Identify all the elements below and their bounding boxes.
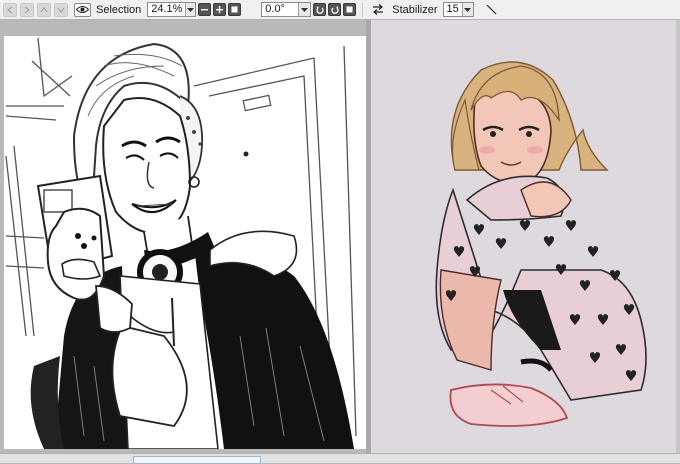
zoom-out-icon (201, 9, 209, 11)
pen-tool-button[interactable] (486, 4, 497, 15)
color-sketch-artwork (435, 61, 647, 427)
zoom-select[interactable]: 24.1% (147, 2, 197, 17)
arrow-right-icon (24, 6, 30, 13)
top-toolbar: Selection 24.1% 0.0° Stabilizer 15 (0, 0, 680, 20)
rotate-reset-button[interactable] (343, 3, 357, 16)
zoom-in-button[interactable] (213, 3, 227, 16)
status-bar (0, 453, 680, 464)
chevron-down-icon[interactable] (461, 3, 473, 16)
sketch-canvas-right[interactable] (371, 20, 680, 453)
vertical-scrollbar[interactable] (676, 20, 680, 453)
toolbar-divider (362, 2, 364, 17)
zoom-value: 24.1% (151, 3, 183, 15)
view-toggle-button[interactable] (74, 2, 91, 17)
rotate-cw-button[interactable] (328, 3, 342, 16)
swap-arrows-icon (373, 4, 384, 15)
selection-label: Selection (96, 3, 142, 16)
rotate-reset-icon (346, 6, 353, 13)
pen-line-icon (486, 4, 496, 15)
nav-up-button[interactable] (37, 2, 51, 17)
zoom-out-button[interactable] (198, 3, 212, 16)
ink-sketch-artwork (5, 37, 357, 449)
nav-back-button[interactable] (3, 2, 17, 17)
stabilizer-value: 15 (446, 3, 459, 15)
stabilizer-select[interactable]: 15 (442, 2, 474, 17)
rotate-ccw-button[interactable] (313, 3, 327, 16)
arrow-down-icon (57, 7, 65, 13)
stabilizer-label: Stabilizer (392, 3, 438, 16)
flip-button[interactable] (372, 4, 384, 15)
zoom-fit-button[interactable] (228, 3, 242, 16)
rotate-cw-icon (331, 6, 339, 14)
rotate-ccw-icon (316, 6, 324, 14)
rotation-select[interactable]: 0.0° (261, 2, 312, 17)
arrow-up-icon (40, 6, 48, 12)
chevron-down-icon[interactable] (185, 3, 196, 16)
eye-icon (76, 6, 89, 13)
chevron-down-icon[interactable] (298, 3, 311, 16)
zoom-fit-icon (231, 6, 238, 13)
rotation-value: 0.0° (265, 3, 285, 15)
nav-down-button[interactable] (54, 2, 68, 17)
nav-forward-button[interactable] (20, 2, 34, 17)
sketch-canvas-left[interactable] (4, 36, 366, 449)
zoom-in-icon (216, 6, 224, 13)
arrow-left-icon (7, 6, 13, 13)
